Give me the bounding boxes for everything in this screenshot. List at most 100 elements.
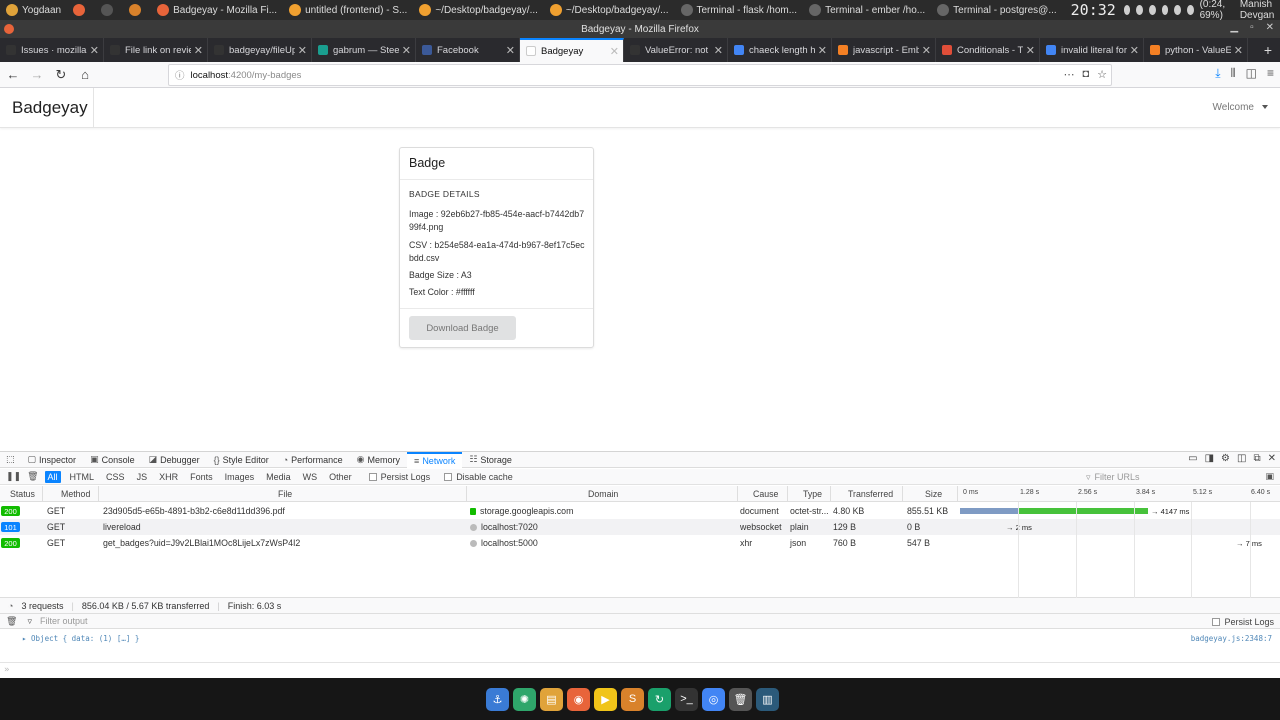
browser-tab[interactable]: File link on revie ✕ [104, 38, 208, 62]
settings-icon[interactable]: ⚙ [1221, 453, 1230, 464]
persist-logs-checkbox[interactable]: Persist Logs [368, 472, 430, 482]
taskbar-item[interactable] [95, 0, 123, 20]
table-row[interactable]: 101 GET livereload localhost:7020 websocket p… [0, 519, 1280, 535]
clear-console-icon[interactable]: 🗑 [6, 616, 17, 627]
browser-tab[interactable]: python - ValueE ✕ [1144, 38, 1248, 62]
tab-close-icon[interactable]: ✕ [610, 45, 619, 58]
sidebar-icon[interactable]: ◫ [1246, 66, 1257, 81]
volume-icon[interactable] [1174, 5, 1181, 15]
taskbar-item[interactable]: Yogdaan [0, 0, 67, 20]
browser-tab[interactable]: Badgeyay ✕ [520, 38, 624, 62]
user-name[interactable]: Manish Devgan [1240, 0, 1280, 20]
filter-css[interactable]: CSS [103, 471, 128, 483]
info-icon[interactable]: ⓘ [175, 68, 185, 82]
console-input[interactable]: » [0, 662, 1280, 678]
undock-icon[interactable]: ⧉ [1253, 453, 1260, 464]
tab-close-icon[interactable]: ✕ [506, 44, 515, 57]
anchor-icon[interactable]: ⚓ [486, 687, 509, 711]
console-message[interactable]: ▸ Object { data: (1) […] } badgeyay.js:2… [0, 631, 1280, 645]
clear-icon[interactable]: 🗑 [27, 471, 38, 482]
tab-close-icon[interactable]: ✕ [922, 44, 931, 57]
reload-icon[interactable]: ↻ [50, 64, 72, 86]
filter-ws[interactable]: WS [300, 471, 321, 483]
network-icon[interactable] [1136, 5, 1144, 15]
app-brand[interactable]: Badgeyay [0, 88, 94, 128]
maximize-icon[interactable]: ▫ [1250, 22, 1254, 33]
devtools-tab-memory[interactable]: ◉ Memory [350, 452, 407, 468]
filter-html[interactable]: HTML [67, 471, 98, 483]
menu-icon[interactable]: ≡ [1267, 66, 1274, 81]
back-icon[interactable]: ← [2, 64, 24, 86]
browser-tab[interactable]: ValueError: not e ✕ [624, 38, 728, 62]
taskbar-item[interactable]: Terminal - postgres@... [931, 0, 1063, 20]
close-icon[interactable]: ✕ [1266, 22, 1274, 33]
download-icon[interactable]: ⤓ [1215, 66, 1220, 81]
close-icon[interactable]: ✕ [1268, 453, 1276, 464]
forward-icon[interactable]: → [26, 64, 48, 86]
taskbar-item[interactable] [67, 0, 95, 20]
minimize-icon[interactable]: ▁ [1230, 22, 1238, 33]
tab-close-icon[interactable]: ✕ [90, 44, 99, 57]
devtools-tab-network[interactable]: ≡ Network [407, 451, 463, 468]
column-status[interactable]: Status [10, 489, 35, 499]
column-file[interactable]: File [278, 489, 292, 499]
browser-tab[interactable]: Facebook ✕ [416, 38, 520, 62]
devtools-tab-inspector[interactable]: ▢ Inspector [21, 452, 84, 468]
browser-tab[interactable]: invalid literal for ✕ [1040, 38, 1144, 62]
taskbar-item[interactable]: ~/Desktop/badgeyay/... [413, 0, 544, 20]
filter-images[interactable]: Images [222, 471, 258, 483]
filter-other[interactable]: Other [326, 471, 355, 483]
tab-close-icon[interactable]: ✕ [402, 44, 411, 57]
tab-close-icon[interactable]: ✕ [1130, 44, 1139, 57]
browser-tab[interactable]: badgeyay/fileUp ✕ [208, 38, 312, 62]
page-actions-icon[interactable]: ⋯ [1063, 68, 1074, 81]
battery-status[interactable]: (0:24, 69%) [1200, 0, 1234, 20]
filter-media[interactable]: Media [263, 471, 294, 483]
bookmark-star-icon[interactable]: ☆ [1097, 68, 1107, 81]
console-object[interactable]: ▸ Object { data: (1) […] } [22, 634, 139, 643]
new-tab-icon[interactable]: + [1256, 38, 1280, 62]
column-size[interactable]: Size [925, 489, 942, 499]
tab-close-icon[interactable]: ✕ [1234, 44, 1243, 57]
trash-icon[interactable]: 🗑 [729, 687, 752, 711]
browser-tab[interactable]: chaeck length ha ✕ [728, 38, 832, 62]
taskbar-item[interactable]: Terminal - flask /hom... [675, 0, 804, 20]
console-persist-checkbox[interactable]: Persist Logs [1212, 617, 1274, 627]
split-icon[interactable]: ◫ [1237, 453, 1246, 464]
tab-close-icon[interactable]: ✕ [1026, 44, 1035, 57]
column-cause[interactable]: Cause [753, 489, 778, 499]
refresh-icon[interactable]: ↻ [648, 687, 671, 711]
devtools-tab-storage[interactable]: ☷ Storage [462, 452, 519, 468]
filter-js[interactable]: JS [134, 471, 151, 483]
taskbar-item[interactable]: Badgeyay - Mozilla Fi... [151, 0, 283, 20]
column-type[interactable]: Type [803, 489, 822, 499]
filter-fonts[interactable]: Fonts [187, 471, 216, 483]
devtools-tab-style-editor[interactable]: {} Style Editor [207, 452, 276, 468]
browser-tab[interactable]: javascript - Emb ✕ [832, 38, 936, 62]
bluetooth-icon[interactable] [1123, 5, 1131, 15]
devtools-tab-performance[interactable]: ◔ Performance [276, 452, 350, 468]
terminal-icon[interactable]: >_ [675, 687, 698, 711]
settings-icon[interactable]: ✺ [513, 687, 536, 711]
taskbar-item[interactable] [123, 0, 151, 20]
tab-close-icon[interactable]: ✕ [194, 44, 203, 57]
tab-close-icon[interactable]: ✕ [714, 44, 723, 57]
dock-icon[interactable]: ◨ [1205, 453, 1214, 464]
disable-cache-checkbox[interactable]: Disable cache [444, 472, 513, 482]
filter-xhr[interactable]: XHR [156, 471, 181, 483]
console-source-link[interactable]: badgeyay.js:2348:7 [1191, 634, 1272, 643]
url-bar[interactable]: ⓘ localhost:4200/my-badges ⋯ ◘ ☆ [168, 64, 1112, 86]
sublime-icon[interactable]: S [621, 687, 644, 711]
download-badge-button[interactable]: Download Badge [409, 316, 516, 340]
home-icon[interactable]: ⌂ [74, 64, 96, 86]
devtools-tab-debugger[interactable]: ◪ Debugger [142, 452, 207, 468]
files-icon[interactable]: ▤ [540, 687, 563, 711]
taskbar-item[interactable]: ~/Desktop/badgeyay/... [544, 0, 675, 20]
column-method[interactable]: Method [61, 489, 90, 499]
element-picker-icon[interactable]: ⬚ [0, 452, 21, 468]
window-icon[interactable]: ▥ [756, 687, 779, 711]
firefox-icon[interactable]: ◉ [567, 687, 590, 711]
filter-urls-input[interactable]: ▿ Filter URLs [1086, 471, 1256, 483]
filter-all[interactable]: All [44, 470, 61, 483]
wifi-icon[interactable] [1149, 5, 1156, 15]
